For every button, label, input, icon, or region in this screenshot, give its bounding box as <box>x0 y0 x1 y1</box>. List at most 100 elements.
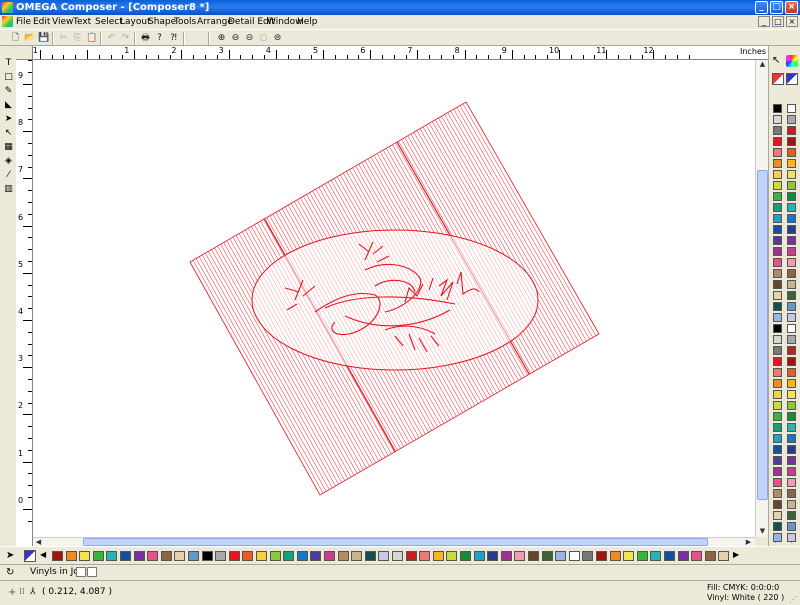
palette-swatch[interactable] <box>773 445 782 454</box>
paste-icon[interactable]: 📋 <box>85 32 98 45</box>
palette-swatch[interactable] <box>773 467 782 476</box>
palette-pointer-icon[interactable]: ➤ <box>6 550 18 562</box>
copy-icon[interactable]: ⎘ <box>71 32 84 45</box>
palette-swatch[interactable] <box>310 551 322 561</box>
palette-swatch[interactable] <box>473 551 485 561</box>
palette-swatch[interactable] <box>773 324 782 333</box>
palette-arrow-icon[interactable]: ↖ <box>772 55 784 67</box>
zoom-out-icon[interactable]: ⊖ <box>229 32 242 45</box>
shape-tool-icon[interactable]: □ <box>2 71 15 84</box>
palette-swatch[interactable] <box>773 412 782 421</box>
palette-swatch[interactable] <box>787 313 796 322</box>
palette-swatch[interactable] <box>555 551 567 561</box>
palette-swatch[interactable] <box>787 104 796 113</box>
oval-outline[interactable] <box>251 229 539 371</box>
palette-swatch[interactable] <box>773 390 782 399</box>
palette-swatch[interactable] <box>787 445 796 454</box>
horizontal-scroll-thumb[interactable] <box>83 538 708 546</box>
palette-swatch[interactable] <box>541 551 553 561</box>
grid-snap-icon[interactable]: ⁞⁞ <box>19 587 25 597</box>
scroll-down-arrow-icon[interactable]: ▼ <box>757 527 768 536</box>
palette-swatch[interactable] <box>787 258 796 267</box>
palette-swatch[interactable] <box>188 551 199 561</box>
palette-swatch[interactable] <box>487 551 499 561</box>
save-icon[interactable]: 💾 <box>37 32 50 45</box>
palette-swatch[interactable] <box>160 551 172 561</box>
palette-swatch[interactable] <box>636 551 648 561</box>
doc-close-button[interactable]: × <box>786 16 798 27</box>
doc-restore-button[interactable]: □ <box>772 16 784 27</box>
scroll-up-arrow-icon[interactable]: ▲ <box>757 60 768 69</box>
palette-swatch[interactable] <box>787 115 796 124</box>
palette-swatch[interactable] <box>787 533 796 542</box>
menu-help[interactable]: Help <box>297 16 318 28</box>
palette-swatch[interactable] <box>609 551 621 561</box>
palette-swatch[interactable] <box>773 126 782 135</box>
minimize-button[interactable]: _ <box>755 1 768 14</box>
palette-swatch[interactable] <box>787 159 796 168</box>
palette-swatch[interactable] <box>787 247 796 256</box>
palette-swatch[interactable] <box>228 551 240 561</box>
palette-swatch[interactable] <box>773 489 782 498</box>
menu-view[interactable]: View <box>52 16 73 28</box>
menu-edit[interactable]: Edit <box>33 16 50 28</box>
palette-swatch[interactable] <box>787 423 796 432</box>
palette-swatch[interactable] <box>256 551 267 561</box>
palette-swatch[interactable] <box>787 511 796 520</box>
grid-tool-icon[interactable]: ▥ <box>2 183 15 196</box>
palette-swatch[interactable] <box>392 551 403 561</box>
zoom-prev-icon[interactable]: ⊝ <box>243 32 256 45</box>
palette-swatch[interactable] <box>773 115 782 124</box>
palette-swatch[interactable] <box>773 335 782 344</box>
artwork-svg[interactable] <box>33 60 755 537</box>
palette-swatch[interactable] <box>378 551 390 561</box>
text-tool-icon[interactable]: T <box>2 57 15 70</box>
palette-swatch[interactable] <box>787 269 796 278</box>
horizontal-scrollbar[interactable]: ◀ ▶ <box>33 537 755 546</box>
palette-swap-icon[interactable] <box>24 550 36 562</box>
vertical-scroll-thumb[interactable] <box>757 170 768 500</box>
palette-swatch[interactable] <box>773 137 782 146</box>
palette-swatch[interactable] <box>773 379 782 388</box>
palette-swatch[interactable] <box>446 551 458 561</box>
palette-swatch[interactable] <box>773 434 782 443</box>
vertical-scrollbar[interactable]: ▲ ▼ <box>755 60 768 537</box>
palette-swatch[interactable] <box>500 551 512 561</box>
palette-swatch[interactable] <box>65 551 77 561</box>
palette-swatch[interactable] <box>773 214 782 223</box>
drizzle-artwork[interactable] <box>189 101 600 496</box>
palette-right-arrow-icon[interactable]: ▶ <box>733 550 739 559</box>
palette-swatch[interactable] <box>787 401 796 410</box>
stroke-swatch-icon[interactable] <box>786 73 798 85</box>
palette-swatch[interactable] <box>773 456 782 465</box>
palette-swatch[interactable] <box>787 434 796 443</box>
title-bar[interactable]: OMEGA Composer - [Composer8 *] _ □ × <box>0 0 800 15</box>
detail-select-tool-icon[interactable]: ↖ <box>2 127 15 140</box>
doc-minimize-button[interactable]: _ <box>758 16 770 27</box>
palette-swatch[interactable] <box>787 357 796 366</box>
redo-icon[interactable]: ↷ <box>119 32 132 45</box>
menu-tools[interactable]: Tools <box>174 16 196 28</box>
palette-swatch[interactable] <box>773 170 782 179</box>
vinyl-swatch-2[interactable] <box>87 567 97 577</box>
palette-swatch[interactable] <box>242 551 254 561</box>
palette-swatch[interactable] <box>773 159 782 168</box>
palette-swatch[interactable] <box>773 368 782 377</box>
palette-swatch[interactable] <box>787 170 796 179</box>
palette-swatch[interactable] <box>52 551 63 561</box>
eyedropper-tool-icon[interactable]: ⁄ <box>2 169 15 182</box>
palette-swatch[interactable] <box>787 390 796 399</box>
palette-swatch[interactable] <box>787 335 796 344</box>
palette-swatch[interactable] <box>351 551 363 561</box>
palette-swatch[interactable] <box>269 551 281 561</box>
palette-swatch[interactable] <box>773 225 782 234</box>
close-button[interactable]: × <box>785 1 798 14</box>
fill-swatch-icon[interactable] <box>772 73 784 85</box>
palette-swatch[interactable] <box>773 269 782 278</box>
palette-swatch[interactable] <box>528 551 539 561</box>
vinyl-swatch-1[interactable] <box>76 567 86 577</box>
palette-swatch[interactable] <box>92 551 104 561</box>
palette-swatch[interactable] <box>324 551 335 561</box>
palette-swatch[interactable] <box>773 302 782 311</box>
palette-swatch[interactable] <box>596 551 607 561</box>
